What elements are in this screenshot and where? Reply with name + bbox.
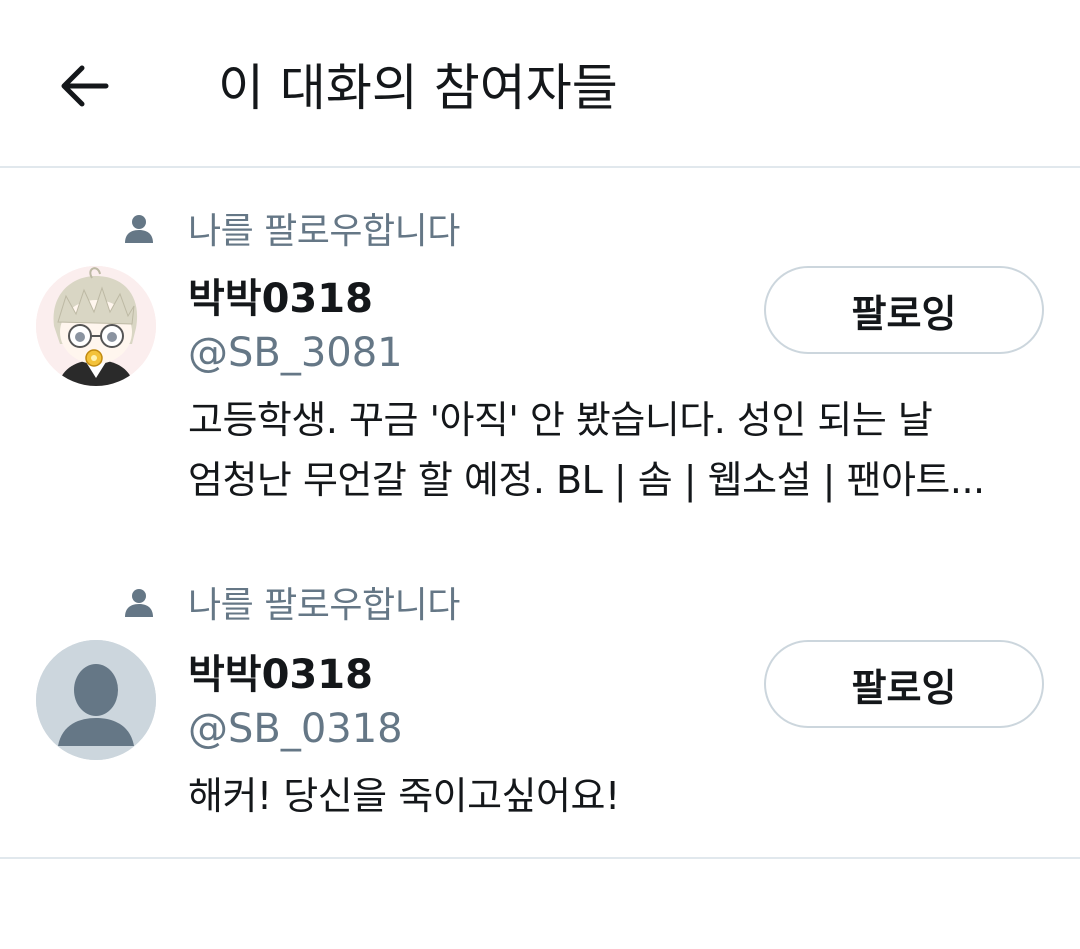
avatar[interactable] [36,640,156,760]
arrow-left-icon [61,65,109,107]
anime-character-avatar-image [36,266,156,386]
bio-line: 고등학생. 꾸금 '아직' 안 봤습니다. 성인 되는 날 [188,398,933,442]
following-button[interactable]: 팔로잉 [764,640,1044,728]
following-button[interactable]: 팔로잉 [764,266,1044,354]
user-handle: @SB_3081 [188,330,403,376]
page-title: 이 대화의 참여자들 [218,59,618,117]
user-bio: 고등학생. 꾸금 '아직' 안 봤습니다. 성인 되는 날 엄청난 무언갈 할 … [188,390,1048,510]
follows-you-context: 나를 팔로우합니다 [124,206,460,252]
default-avatar-icon [36,640,156,760]
bio-line: 엄청난 무언갈 할 예정. BL | 솜 | 웹소설 | 팬아트... [188,458,985,502]
user-list-item[interactable]: 나를 팔로우합니다 박박0318 @SB_3081 팔로잉 고등학생. 꾸금 '… [0,168,1080,548]
person-icon [125,589,153,617]
follows-you-context: 나를 팔로우합니다 [124,580,460,626]
avatar[interactable] [36,266,156,386]
user-handle: @SB_0318 [188,706,403,752]
bio-line: 해커! 당신을 죽이고싶어요! [188,774,620,818]
follows-you-label: 나를 팔로우합니다 [188,211,460,252]
top-app-bar: 이 대화의 참여자들 [0,0,1080,168]
person-icon [125,215,153,243]
user-list-item[interactable]: 나를 팔로우합니다 박박0318 @SB_0318 팔로잉 해커! 당신을 죽이… [0,548,1080,858]
list-divider [0,857,1080,859]
follows-you-label: 나를 팔로우합니다 [188,585,460,626]
back-button[interactable] [52,54,116,118]
display-name: 박박0318 [188,652,373,698]
user-bio: 해커! 당신을 죽이고싶어요! [188,766,1048,826]
display-name: 박박0318 [188,276,373,322]
